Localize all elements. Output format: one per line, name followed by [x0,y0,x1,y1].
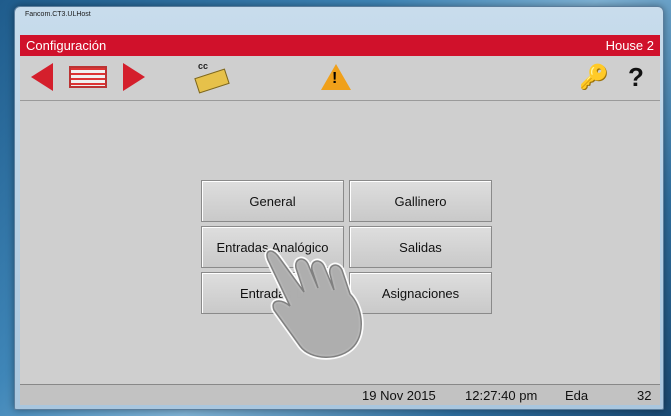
gallinero-button[interactable]: Gallinero [349,180,492,222]
cc-card-icon: cc [194,61,230,94]
key-button[interactable]: 🔑 [576,62,612,92]
cc-button[interactable]: cc [192,61,232,94]
general-button[interactable]: General [201,180,344,222]
app-header: Configuración House 2 [20,35,660,56]
status-bar: 19 Nov 2015 12:27:40 pm Eda 32 [20,384,660,405]
prev-arrow-icon [31,63,53,91]
status-time: 12:27:40 pm [465,388,538,403]
page-title: Configuración [26,38,107,53]
help-button[interactable]: ? [620,62,652,92]
prev-button[interactable] [28,62,56,92]
warning-icon: ! [321,64,351,90]
status-user: Eda [565,388,589,403]
help-icon: ? [628,61,644,92]
pointing-hand-icon [264,248,364,360]
status-number: 32 [637,388,652,403]
next-button[interactable] [120,62,148,92]
toolbar: cc ! 🔑 ? [20,56,660,101]
house-label: House 2 [605,38,654,53]
status-date: 19 Nov 2015 [362,388,436,403]
next-arrow-icon [123,63,145,91]
panel-button[interactable] [66,62,110,92]
panel-icon [69,66,107,88]
window-title: Fancom.CT3.ULHost [25,11,91,18]
warning-button[interactable]: ! [318,62,354,92]
key-icon: 🔑 [579,63,609,91]
